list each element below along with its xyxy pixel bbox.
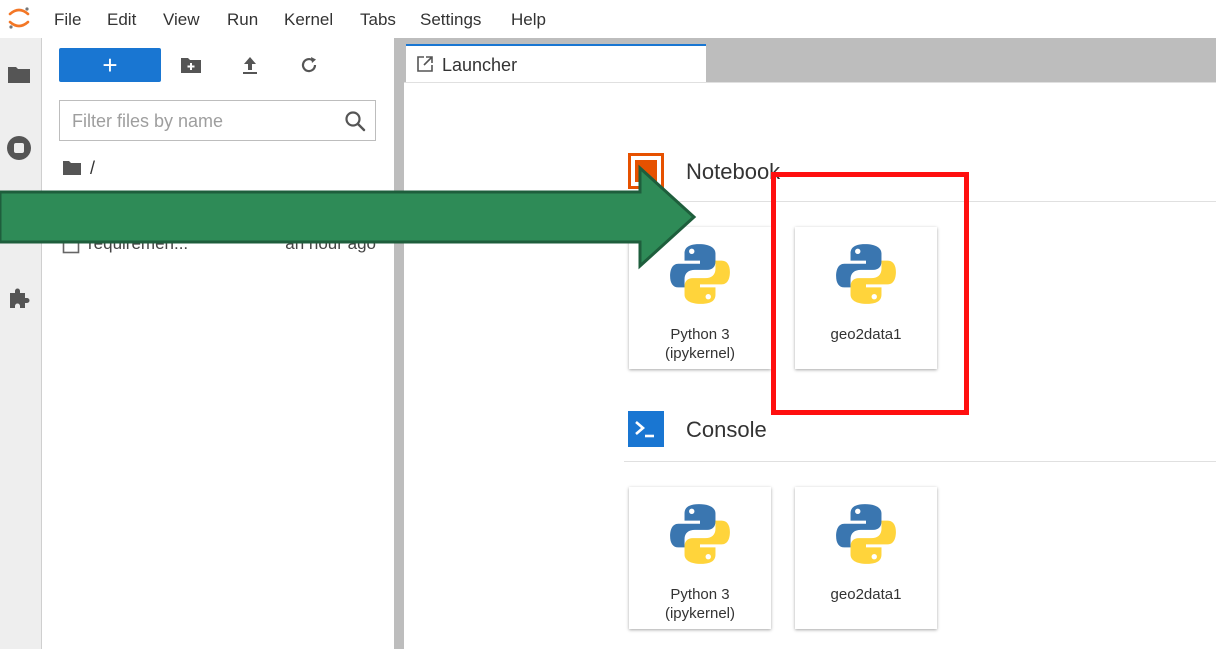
tab-launcher[interactable]: Launcher bbox=[406, 44, 706, 82]
section-divider bbox=[624, 461, 1216, 462]
file-browser: + / requiremen... an hour ago bbox=[42, 38, 394, 649]
menu-run[interactable]: Run bbox=[227, 10, 258, 30]
card-label: geo2data1 bbox=[830, 326, 902, 343]
console-geo2data1-card[interactable]: geo2data1 bbox=[795, 487, 937, 629]
activity-bar bbox=[0, 38, 42, 649]
menu-bar: File Edit View Run Kernel Tabs Settings … bbox=[0, 0, 1216, 38]
card-label: geo2data1 bbox=[830, 586, 902, 603]
file-icon bbox=[62, 236, 80, 254]
tab-bar: Launcher bbox=[404, 38, 1216, 82]
new-launcher-button[interactable]: + bbox=[59, 48, 161, 82]
menu-edit[interactable]: Edit bbox=[107, 10, 136, 30]
menu-help[interactable]: Help bbox=[511, 10, 546, 30]
python-logo-icon bbox=[670, 504, 730, 564]
card-label: Python 3 (ipykernel) bbox=[664, 326, 736, 362]
filter-files-field bbox=[59, 100, 376, 141]
refresh-icon[interactable] bbox=[296, 52, 322, 78]
section-divider bbox=[624, 201, 1216, 202]
new-folder-icon[interactable] bbox=[178, 52, 204, 78]
section-title-notebook: Notebook bbox=[686, 159, 781, 184]
file-list-item[interactable]: requiremen... an hour ago bbox=[62, 234, 378, 256]
filter-files-input[interactable] bbox=[72, 109, 332, 133]
console-icon bbox=[628, 411, 664, 447]
python-logo-icon bbox=[836, 244, 896, 304]
card-label: Python 3 (ipykernel) bbox=[664, 586, 736, 622]
menu-kernel[interactable]: Kernel bbox=[284, 10, 333, 30]
python-logo-icon bbox=[670, 244, 730, 304]
menu-tabs[interactable]: Tabs bbox=[360, 10, 396, 30]
search-icon[interactable] bbox=[344, 110, 366, 132]
section-title-console: Console bbox=[686, 417, 767, 442]
puzzle-icon[interactable] bbox=[5, 284, 33, 312]
console-python3-card[interactable]: Python 3 (ipykernel) bbox=[629, 487, 771, 629]
notebook-icon bbox=[628, 153, 664, 189]
breadcrumb: / bbox=[62, 157, 95, 179]
stop-circle-icon[interactable] bbox=[5, 134, 33, 162]
file-modified: an hour ago bbox=[285, 234, 376, 253]
notebook-geo2data1-card[interactable]: geo2data1 bbox=[795, 227, 937, 369]
tab-label: Launcher bbox=[442, 55, 518, 75]
file-name: requiremen... bbox=[88, 234, 189, 253]
folder-icon[interactable] bbox=[5, 60, 33, 88]
python-logo-icon bbox=[836, 504, 896, 564]
launcher-panel: Notebook Python 3 (ipykernel) geo2data1 … bbox=[404, 82, 1216, 649]
breadcrumb-root[interactable]: / bbox=[90, 158, 95, 179]
notebook-python3-card[interactable]: Python 3 (ipykernel) bbox=[629, 227, 771, 369]
menu-view[interactable]: View bbox=[163, 10, 200, 30]
jupyter-logo-icon bbox=[8, 7, 30, 29]
menu-settings[interactable]: Settings bbox=[420, 10, 481, 30]
sidebar-splitter[interactable] bbox=[394, 38, 404, 649]
menu-file[interactable]: File bbox=[54, 10, 81, 30]
folder-icon[interactable] bbox=[62, 160, 82, 176]
upload-icon[interactable] bbox=[237, 52, 263, 78]
launcher-icon bbox=[417, 56, 433, 72]
